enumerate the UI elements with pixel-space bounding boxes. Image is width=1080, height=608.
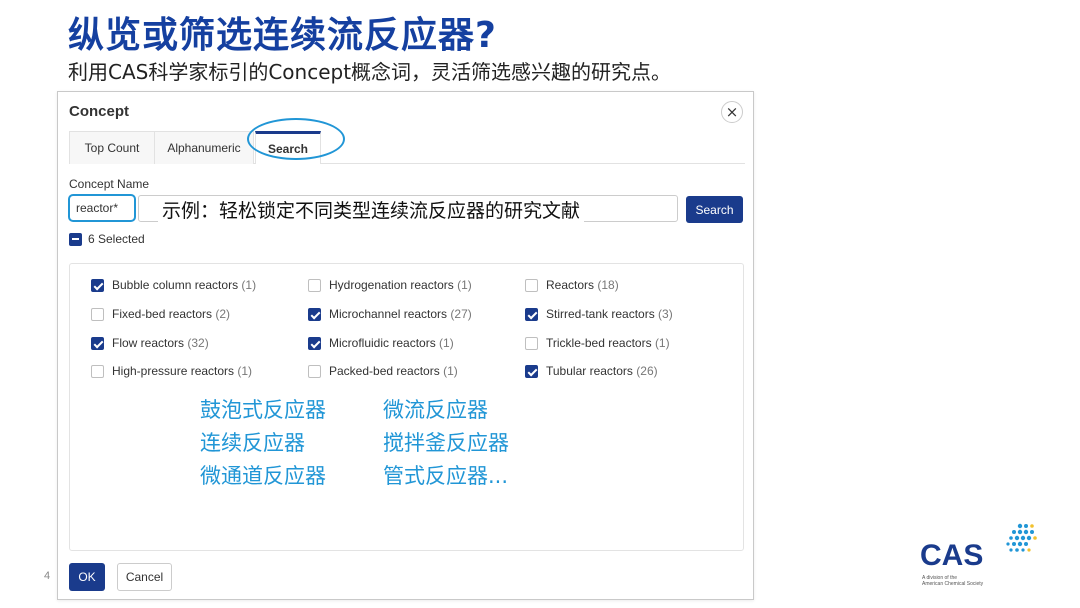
checkbox-icon[interactable] [308,278,321,292]
option-label: High-pressure reactors (1) [112,364,253,378]
search-button[interactable]: Search [686,196,743,223]
checkbox-icon[interactable] [525,336,538,350]
checkbox-icon[interactable] [308,364,321,378]
option-hydrogenation[interactable]: Hydrogenation reactors (1) [308,278,472,292]
option-packed-bed[interactable]: Packed-bed reactors (1) [308,364,458,378]
ok-button[interactable]: OK [69,563,105,591]
checkbox-checked-icon[interactable] [91,278,104,292]
option-label: Flow reactors (32) [112,336,209,350]
option-trickle-bed[interactable]: Trickle-bed reactors (1) [525,336,670,350]
option-label: Bubble column reactors (1) [112,278,257,292]
tab-bar: Top Count Alphanumeric Search [69,131,745,164]
concept-search-input[interactable]: reactor* [68,194,136,222]
checkbox-checked-icon[interactable] [525,364,538,378]
cn-annotation: 微流反应器 [383,398,488,422]
logo-wordmark: CAS [920,539,984,572]
option-label: Tubular reactors (26) [546,364,658,378]
cn-annotation: 搅拌釜反应器 [383,431,509,455]
option-label: Microfluidic reactors (1) [329,336,454,350]
dialog-title: Concept [69,103,129,120]
example-annotation: 示例：轻松锁定不同类型连续流反应器的研究文献 [158,196,585,222]
results-panel: Bubble column reactors (1) Hydrogenation… [69,263,744,551]
checkbox-checked-icon[interactable] [525,307,538,321]
option-label: Packed-bed reactors (1) [329,364,458,378]
option-tubular[interactable]: Tubular reactors (26) [525,364,658,378]
option-microfluidic[interactable]: Microfluidic reactors (1) [308,336,454,350]
slide-title: 纵览或筛选连续流反应器? [68,15,497,56]
concept-name-label: Concept Name [69,177,150,191]
option-fixed-bed[interactable]: Fixed-bed reactors (2) [91,307,230,321]
option-label: Stirred-tank reactors (3) [546,307,673,321]
slide-subtitle: 利用CAS科学家标引的Concept概念词，灵活筛选感兴趣的研究点。 [68,60,672,84]
tab-alphanumeric[interactable]: Alphanumeric [154,131,254,164]
option-label: Trickle-bed reactors (1) [546,336,670,350]
option-stirred-tank[interactable]: Stirred-tank reactors (3) [525,307,673,321]
checkbox-checked-icon[interactable] [308,307,321,321]
search-tab-highlight [247,118,345,160]
option-label: Fixed-bed reactors (2) [112,307,231,321]
selected-count: 6 Selected [88,232,145,246]
page-number: 4 [44,570,51,582]
checkbox-icon[interactable] [91,364,104,378]
tab-top-count[interactable]: Top Count [69,131,155,164]
logo-tagline: A division of the American Chemical Socie… [922,575,984,587]
selected-toggle[interactable]: 6 Selected [69,232,145,246]
concept-dialog: Concept × Top Count Alphanumeric Search … [57,91,754,600]
option-microchannel[interactable]: Microchannel reactors (27) [308,307,472,321]
cn-annotation: 鼓泡式反应器 [200,398,326,422]
option-label: Reactors (18) [546,278,619,292]
checkbox-icon[interactable] [91,307,104,321]
indeterminate-checkbox-icon[interactable] [69,232,82,246]
option-label: Hydrogenation reactors (1) [329,278,472,292]
checkbox-checked-icon[interactable] [308,336,321,350]
checkbox-icon[interactable] [525,278,538,292]
close-icon[interactable]: × [721,101,743,123]
option-reactors[interactable]: Reactors (18) [525,278,619,292]
checkbox-checked-icon[interactable] [91,336,104,350]
option-flow[interactable]: Flow reactors (32) [91,336,209,350]
option-high-pressure[interactable]: High-pressure reactors (1) [91,364,252,378]
cas-molecule-icon [1006,523,1037,552]
option-label: Microchannel reactors (27) [329,307,472,321]
cas-logo: CAS A division of the American Chemical S… [920,522,1040,592]
cn-annotation: 微通道反应器 [200,464,326,488]
cn-annotation: 管式反应器... [383,464,509,488]
option-bubble-column[interactable]: Bubble column reactors (1) [91,278,256,292]
cn-annotation: 连续反应器 [200,431,305,455]
cancel-button[interactable]: Cancel [117,563,172,591]
